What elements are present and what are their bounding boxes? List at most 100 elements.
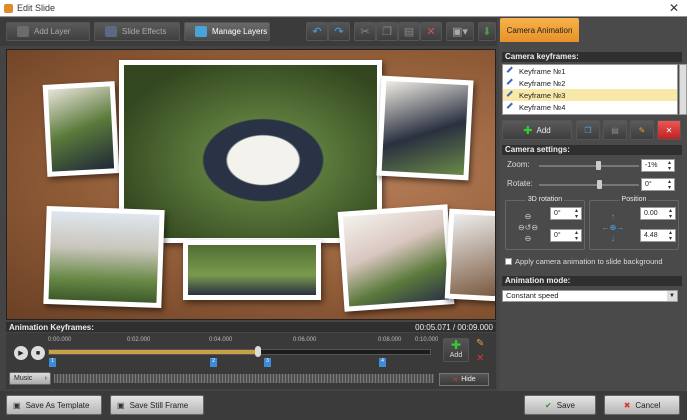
tick-label: 0:00.000 bbox=[48, 337, 72, 343]
edit-keyframe-icon[interactable]: ✎ bbox=[476, 338, 484, 349]
timeline-keyframe[interactable]: 2 bbox=[210, 358, 217, 367]
add-camera-keyframe-button[interactable]: ✚ Add bbox=[502, 120, 572, 140]
slide-preview-canvas[interactable] bbox=[6, 49, 496, 320]
slide-effects-button[interactable]: Slide Effects bbox=[94, 22, 180, 41]
tick-label: 0:02.000 bbox=[127, 337, 151, 343]
move-down-button[interactable]: ⬇ bbox=[478, 22, 496, 41]
delete-button[interactable]: ✕ bbox=[420, 22, 442, 41]
rotation-y-input[interactable]: 0° bbox=[550, 229, 582, 242]
slide-effects-label: Slide Effects bbox=[122, 27, 167, 36]
toolbar: Add Layer Slide Effects Manage Layers ↶ … bbox=[0, 18, 497, 46]
undo-icon: ↶ bbox=[312, 26, 322, 38]
play-button[interactable]: ▶ bbox=[14, 346, 28, 360]
delete-keyframe-icon[interactable]: ✕ bbox=[476, 353, 484, 364]
add-keyframe-button[interactable]: ✚ Add bbox=[443, 338, 469, 362]
undo-button[interactable]: ↶ bbox=[306, 22, 328, 41]
delete-icon: ✕ bbox=[426, 26, 436, 38]
save-as-template-button[interactable]: ▣ Save As Template bbox=[6, 395, 102, 415]
add-layer-button[interactable]: Add Layer bbox=[6, 22, 90, 41]
delete-camera-keyframe-button[interactable]: ✕ bbox=[657, 120, 681, 140]
photo-layer-5[interactable] bbox=[337, 204, 455, 312]
cut-button[interactable]: ✂ bbox=[354, 22, 376, 41]
zoom-slider-track[interactable] bbox=[539, 165, 639, 167]
manage-layers-button[interactable]: Manage Layers bbox=[184, 22, 270, 41]
list-item[interactable]: Keyframe №1 bbox=[503, 65, 677, 77]
cancel-button[interactable]: ✖ Cancel bbox=[604, 395, 680, 415]
zoom-label: Zoom: bbox=[507, 160, 530, 169]
hide-button[interactable]: ✕ Hide bbox=[439, 373, 489, 386]
animation-mode-select[interactable]: Constant speed ▼ bbox=[502, 290, 678, 302]
arrow-down-icon: ⬇ bbox=[482, 26, 492, 38]
paste-keyframe-button[interactable]: ▤ bbox=[603, 120, 627, 140]
effects-icon bbox=[105, 26, 117, 37]
rotate-slider-track[interactable] bbox=[539, 184, 639, 186]
check-icon: ✔ bbox=[545, 400, 552, 410]
plus-icon: ✚ bbox=[523, 124, 533, 137]
redo-button[interactable]: ↷ bbox=[328, 22, 350, 41]
rotation-x-input[interactable]: 0° bbox=[550, 207, 582, 220]
position-group: Position ↑←⊕→↓ 0.00 4.48 bbox=[589, 196, 679, 250]
move-arrows-icon[interactable]: ↑ ←⊕→ ↓ bbox=[594, 211, 632, 247]
music-button[interactable]: Music › bbox=[9, 372, 51, 385]
delete-icon: ✕ bbox=[665, 125, 673, 135]
keyframe-label: Keyframe №1 bbox=[519, 66, 566, 76]
add-layer-label: Add Layer bbox=[34, 27, 71, 36]
bottom-bar: ▣ Save As Template ▣ Save Still Frame ✔ Sav… bbox=[0, 391, 687, 420]
apply-bg-checkbox[interactable] bbox=[505, 258, 512, 265]
photo-layer-2[interactable] bbox=[376, 75, 474, 181]
timeline-keyframe[interactable]: 1 bbox=[49, 358, 56, 367]
play-icon: ▶ bbox=[18, 350, 24, 357]
audio-waveform[interactable] bbox=[54, 374, 434, 383]
align-dropdown-button[interactable]: ▣▾ bbox=[446, 22, 474, 41]
close-icon: ✕ bbox=[452, 376, 459, 384]
position-x-input[interactable]: 0.00 bbox=[640, 207, 676, 220]
zoom-slider-thumb[interactable] bbox=[596, 161, 601, 170]
keyframe-list-scrollbar[interactable] bbox=[679, 64, 687, 115]
tab-camera-animation[interactable]: Camera Animation bbox=[500, 18, 579, 42]
save-label: Save bbox=[556, 400, 575, 410]
paste-button[interactable]: ▤ bbox=[398, 22, 420, 41]
window-title: Edit Slide bbox=[17, 3, 56, 13]
keyframe-label: Keyframe №4 bbox=[519, 102, 566, 112]
stop-icon: ■ bbox=[35, 349, 41, 357]
rotate-3d-icon[interactable]: ⊖ ⊖↺⊖ ⊖ bbox=[510, 211, 546, 247]
list-item[interactable]: Keyframe №4 bbox=[503, 101, 677, 113]
rotate-slider-thumb[interactable] bbox=[597, 180, 602, 189]
timeline-keyframe[interactable]: 3 bbox=[264, 358, 271, 367]
playhead-handle[interactable] bbox=[254, 346, 261, 357]
photo-layer-6[interactable] bbox=[444, 208, 495, 302]
brush-icon: ✎ bbox=[638, 125, 646, 135]
cancel-icon: ✖ bbox=[623, 400, 631, 410]
template-icon: ▣ bbox=[13, 400, 21, 410]
mode-value: Constant speed bbox=[506, 291, 559, 300]
timeline-progress bbox=[49, 350, 259, 354]
rotate-input[interactable]: 0° bbox=[641, 178, 675, 191]
stop-button[interactable]: ■ bbox=[31, 346, 45, 360]
tick-label: 0:08.000 bbox=[378, 337, 402, 343]
timeline-track[interactable] bbox=[48, 349, 431, 355]
layers-icon bbox=[195, 26, 207, 37]
copy-keyframe-button[interactable]: ❐ bbox=[576, 120, 600, 140]
list-item-selected[interactable]: Keyframe №3 bbox=[503, 89, 677, 101]
copy-button[interactable]: ❐ bbox=[376, 22, 398, 41]
chevron-right-icon: › bbox=[44, 375, 47, 382]
close-icon[interactable]: ✕ bbox=[669, 1, 679, 15]
list-item[interactable]: Keyframe №2 bbox=[503, 77, 677, 89]
save-still-frame-button[interactable]: ▣ Save Still Frame bbox=[110, 395, 204, 415]
paste-icon: ▤ bbox=[403, 26, 415, 38]
keyframe-list[interactable]: Keyframe №1 Keyframe №2 Keyframe №3 Keyf… bbox=[502, 64, 678, 115]
zoom-input[interactable]: -1% bbox=[641, 159, 675, 172]
save-template-label: Save As Template bbox=[25, 400, 90, 410]
position-y-input[interactable]: 4.48 bbox=[640, 229, 676, 242]
copy-icon: ❐ bbox=[382, 26, 392, 38]
position-title: Position bbox=[619, 196, 649, 203]
tick-label: 0:06.000 bbox=[293, 337, 317, 343]
clear-keyframe-button[interactable]: ✎ bbox=[630, 120, 654, 140]
photo-layer-4[interactable] bbox=[183, 240, 321, 300]
music-label: Music bbox=[14, 375, 33, 382]
photo-layer-1[interactable] bbox=[42, 81, 120, 177]
photo-layer-3[interactable] bbox=[43, 205, 165, 309]
save-button[interactable]: ✔ Save bbox=[524, 395, 596, 415]
timeline-keyframe[interactable]: 4 bbox=[379, 358, 386, 367]
keyframe-label: Keyframe №3 bbox=[519, 90, 566, 100]
